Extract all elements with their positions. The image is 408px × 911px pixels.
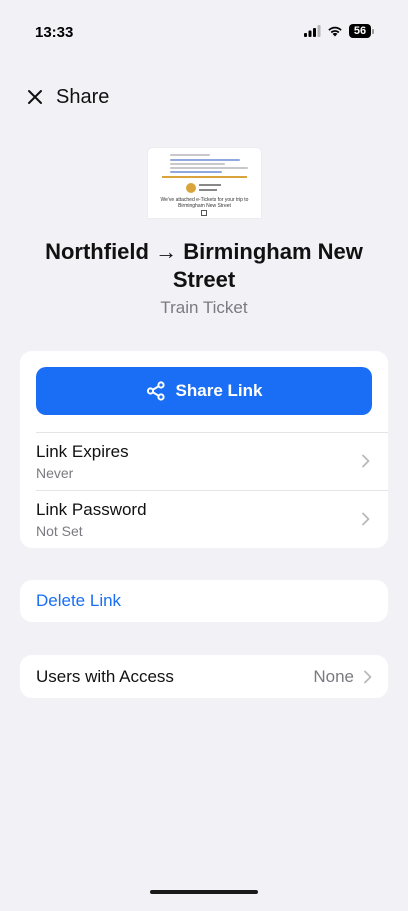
link-expires-value: Never — [36, 465, 74, 481]
link-password-value: Not Set — [36, 523, 83, 539]
chevron-right-icon — [362, 454, 370, 468]
share-link-label: Share Link — [175, 381, 263, 400]
document-thumbnail: We've attached e-Tickets for your trip t… — [148, 148, 261, 218]
chevron-right-icon — [364, 670, 372, 684]
status-bar: 13:33 56 — [0, 0, 408, 60]
users-with-access-value: None — [313, 667, 354, 686]
delete-link-button[interactable]: Delete Link — [36, 591, 121, 611]
thumbnail-message: We've attached e-Tickets for your trip t… — [160, 197, 249, 209]
wifi-icon — [328, 26, 342, 37]
home-indicator[interactable] — [150, 890, 258, 894]
battery-icon: 56 — [349, 24, 374, 38]
link-password-row[interactable]: Link Password Not Set — [36, 490, 388, 548]
cellular-signal-icon — [304, 25, 321, 37]
status-icons: 56 — [304, 24, 374, 38]
status-time: 13:33 — [35, 24, 74, 41]
share-icon — [146, 381, 165, 401]
link-expires-row[interactable]: Link Expires Never — [36, 432, 388, 490]
link-password-label: Link Password — [36, 500, 147, 519]
users-with-access-row[interactable]: Users with Access None — [20, 655, 388, 698]
page-title: Share — [56, 85, 110, 108]
document-title: Northfield → Birmingham New Street — [45, 239, 363, 292]
close-icon[interactable] — [26, 88, 44, 106]
battery-level: 56 — [349, 24, 371, 38]
link-expires-label: Link Expires — [36, 442, 129, 461]
share-settings-card: Share Link Link Expires Never Link Passw… — [20, 351, 388, 548]
chevron-right-icon — [362, 512, 370, 526]
users-with-access-label: Users with Access — [36, 667, 174, 686]
delete-link-card: Delete Link — [20, 580, 388, 622]
document-subtitle: Train Ticket — [160, 298, 248, 317]
share-link-button[interactable]: Share Link — [36, 367, 372, 415]
nav-bar: Share — [26, 84, 109, 110]
